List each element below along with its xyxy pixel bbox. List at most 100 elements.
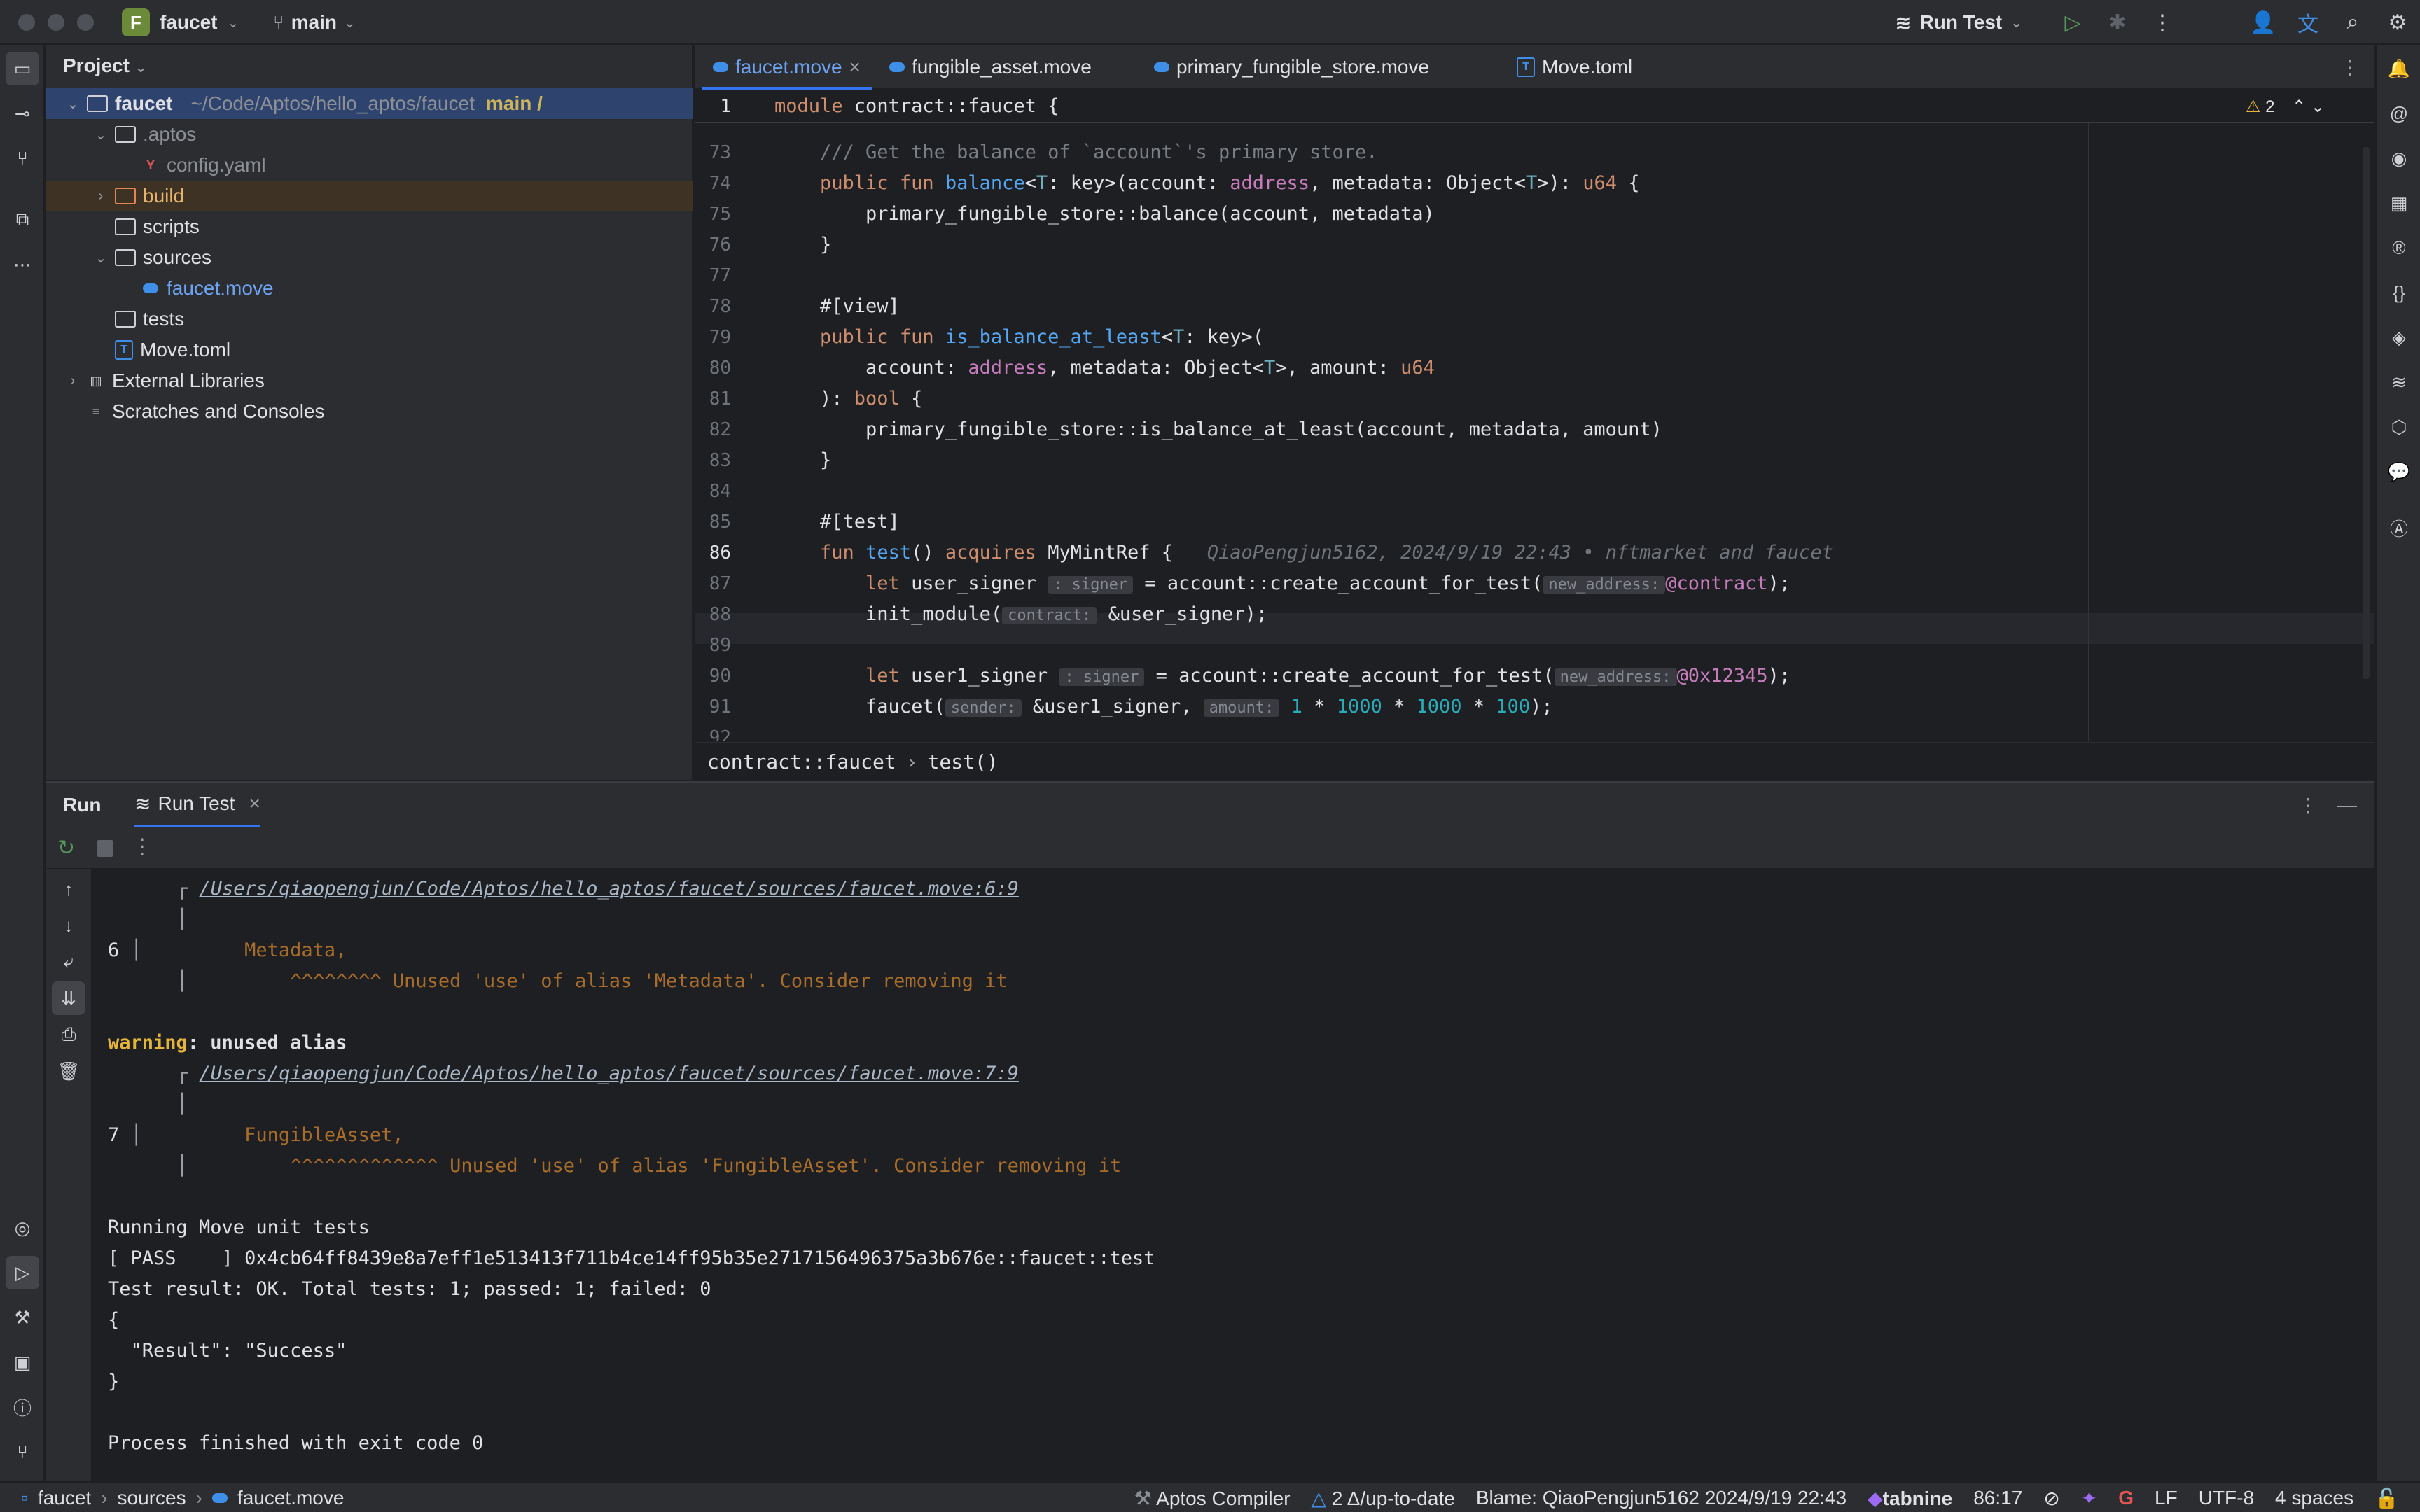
problems-icon[interactable]: ⓘ: [6, 1390, 39, 1424]
run-config-selector[interactable]: ≋ Run Test ⌄: [1895, 11, 2022, 34]
print-icon[interactable]: ⎙: [52, 1018, 85, 1051]
tree-item-scratches[interactable]: ≡ Scratches and Consoles: [46, 396, 693, 427]
git-icon[interactable]: ⑂: [6, 1435, 39, 1469]
close-icon[interactable]: ×: [249, 792, 260, 815]
minimize-window-button[interactable]: [48, 14, 64, 31]
tree-item-sources[interactable]: ⌄ sources: [46, 242, 693, 273]
search-icon[interactable]: ⌕: [2330, 0, 2375, 45]
tree-item-external-libraries[interactable]: › ▥ External Libraries: [46, 365, 693, 396]
hexagon-icon[interactable]: ⬡: [2382, 410, 2416, 444]
line-number[interactable]: 90: [695, 661, 772, 692]
tab-primary-fungible-store[interactable]: primary_fungible_store.move: [1154, 45, 1429, 90]
breadcrumb-module[interactable]: contract::faucet: [707, 750, 896, 774]
line-number[interactable]: 77: [695, 260, 772, 291]
line-number[interactable]: 91: [695, 692, 772, 722]
line-number[interactable]: 88: [695, 599, 772, 630]
file-encoding[interactable]: UTF-8: [2199, 1487, 2254, 1509]
breadcrumb-function[interactable]: test(): [928, 750, 999, 774]
line-number[interactable]: 85: [695, 507, 772, 538]
branch-selector[interactable]: ⑂ main ⌄: [273, 8, 356, 36]
line-number[interactable]: 81: [695, 384, 772, 414]
line-number[interactable]: 78: [695, 291, 772, 322]
line-number[interactable]: 79: [695, 322, 772, 353]
copilot-icon[interactable]: ◉: [2382, 141, 2416, 175]
tree-item-faucet[interactable]: ⌄ faucet ~/Code/Aptos/hello_aptos/faucet…: [46, 88, 693, 119]
translate-icon[interactable]: 文: [2286, 0, 2330, 45]
line-number[interactable]: 76: [695, 230, 772, 260]
tab-faucet-move[interactable]: faucet.move ×: [702, 45, 872, 90]
tree-item-tests[interactable]: tests: [46, 304, 693, 335]
tab-fungible-asset[interactable]: fungible_asset.move: [889, 45, 1092, 90]
line-number[interactable]: 86: [695, 538, 772, 568]
status-crumb[interactable]: sources: [118, 1487, 186, 1509]
debug-icon[interactable]: ✱: [2095, 0, 2140, 45]
status-crumb[interactable]: faucet.move: [237, 1487, 345, 1509]
scroll-to-end-icon[interactable]: ⇊: [52, 981, 85, 1015]
database-icon[interactable]: ▦: [2382, 186, 2416, 220]
zoom-window-button[interactable]: [77, 14, 94, 31]
commit-icon[interactable]: ⊸: [6, 97, 39, 130]
tree-item-config-yaml[interactable]: Y config.yaml: [46, 150, 693, 181]
line-number[interactable]: 83: [695, 445, 772, 476]
tab-move-toml[interactable]: T Move.toml: [1517, 45, 1632, 90]
git-status-widget[interactable]: △ 2 Δ/up-to-date: [1312, 1487, 1455, 1510]
structure-icon[interactable]: ⧉: [6, 203, 39, 237]
code-review-icon[interactable]: Ⓐ: [2382, 511, 2416, 545]
more-tools-icon[interactable]: ⋯: [6, 248, 39, 281]
line-number[interactable]: 82: [695, 414, 772, 445]
arrow-up-icon[interactable]: ↑: [52, 872, 85, 906]
project-panel-title[interactable]: Project ⌄: [63, 55, 146, 77]
caret-position[interactable]: 86:17: [1973, 1487, 2022, 1509]
line-number[interactable]: 92: [695, 722, 772, 741]
stop-icon[interactable]: [97, 840, 113, 857]
line-number[interactable]: 87: [695, 568, 772, 599]
editor-scrollbar[interactable]: [2363, 147, 2370, 679]
hide-panel-icon[interactable]: —: [2337, 783, 2357, 827]
tabnine-widget[interactable]: ◆tabnine: [1868, 1487, 1952, 1510]
line-number[interactable]: 75: [695, 199, 772, 230]
ai-icon[interactable]: ✦: [2081, 1487, 2097, 1510]
line-number[interactable]: 84: [695, 476, 772, 507]
tree-item-aptos[interactable]: ⌄ .aptos: [46, 119, 693, 150]
add-user-icon[interactable]: 👤: [2241, 0, 2286, 45]
registry-icon[interactable]: ®: [2382, 231, 2416, 265]
build-icon[interactable]: ⚒: [6, 1301, 39, 1334]
soft-wrap-icon[interactable]: ⤶: [52, 945, 85, 979]
more-icon[interactable]: ⋮: [132, 834, 153, 859]
code-editor[interactable]: 1 module contract::faucet { ⚠ 2 ⌃ ⌄ 73 74…: [695, 91, 2374, 741]
line-number[interactable]: 80: [695, 353, 772, 384]
run-tool-icon[interactable]: ▷: [6, 1256, 39, 1289]
tree-item-move-toml[interactable]: T Move.toml: [46, 335, 693, 365]
tab-run-test[interactable]: ≋ Run Test ×: [134, 783, 260, 827]
tree-item-scripts[interactable]: scripts: [46, 211, 693, 242]
tree-item-build[interactable]: › build: [46, 181, 693, 211]
line-number[interactable]: 73: [695, 137, 772, 168]
chat-icon[interactable]: 💬: [2382, 455, 2416, 489]
indent-setting[interactable]: 4 spaces: [2275, 1487, 2353, 1509]
line-number[interactable]: 74: [695, 168, 772, 199]
tabs-more-icon[interactable]: ⋮: [2340, 45, 2360, 90]
google-icon[interactable]: G: [2118, 1487, 2134, 1509]
options-icon[interactable]: ⋮: [2298, 783, 2318, 827]
status-crumb[interactable]: faucet: [38, 1487, 91, 1509]
ai-assistant-icon[interactable]: @: [2382, 97, 2416, 130]
trash-icon[interactable]: 🗑: [52, 1054, 85, 1088]
close-window-button[interactable]: [18, 14, 35, 31]
tree-item-faucet-move[interactable]: faucet.move: [46, 273, 693, 304]
json-icon[interactable]: {}: [2382, 276, 2416, 309]
run-icon[interactable]: ▷: [2050, 0, 2095, 45]
lock-icon[interactable]: 🔓: [2374, 1487, 2399, 1510]
arrow-down-icon[interactable]: ↓: [52, 909, 85, 942]
file-link[interactable]: /Users/qiaopengjun/Code/Aptos/hello_apto…: [200, 878, 1019, 899]
project-selector[interactable]: F faucet ⌄: [122, 8, 239, 36]
terminal-icon[interactable]: ▣: [6, 1345, 39, 1379]
blame-widget[interactable]: Blame: QiaoPengjun5162 2024/9/19 22:43: [1476, 1487, 1847, 1509]
line-separator[interactable]: LF: [2155, 1487, 2178, 1509]
warnings-indicator[interactable]: ⚠ 2 ⌃ ⌄: [2246, 97, 2325, 117]
notifications-icon[interactable]: 🔔: [2382, 52, 2416, 85]
pull-requests-icon[interactable]: ⑂: [6, 141, 39, 175]
more-icon[interactable]: ⋮: [2140, 0, 2185, 45]
services-icon[interactable]: ◎: [6, 1211, 39, 1245]
plugin-icon[interactable]: ◈: [2382, 321, 2416, 354]
close-icon[interactable]: ×: [849, 56, 861, 78]
